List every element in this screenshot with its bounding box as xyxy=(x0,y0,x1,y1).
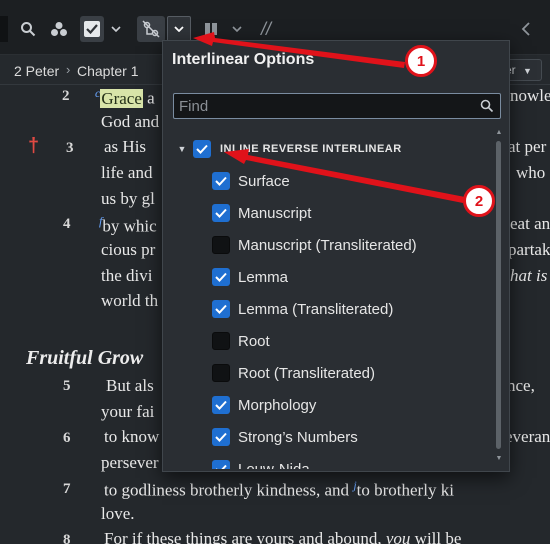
verse-text: hat is xyxy=(510,266,548,285)
option-label: Strong’s Numbers xyxy=(238,428,358,446)
option-row[interactable]: Surface xyxy=(212,167,290,195)
option-checkbox[interactable] xyxy=(212,236,230,254)
option-row[interactable]: Morphology xyxy=(212,391,316,419)
verse-text: world th xyxy=(101,291,159,310)
highlight[interactable]: Grace xyxy=(100,88,143,108)
toolbar-edge xyxy=(0,16,8,42)
visual-filter-icon[interactable] xyxy=(48,16,70,42)
parallel-icon[interactable]: // xyxy=(256,16,276,42)
verse-text: at per xyxy=(508,137,547,156)
chevron-down-icon[interactable] xyxy=(108,16,124,42)
option-row[interactable]: Manuscript xyxy=(212,199,311,227)
verse-text: who xyxy=(516,163,546,182)
option-row[interactable]: Root (Transliterated) xyxy=(212,359,375,387)
verse-number: 6 xyxy=(63,430,71,446)
chevron-down-icon: ▼ xyxy=(523,66,532,76)
option-checkbox[interactable] xyxy=(212,460,230,469)
option-label: Manuscript (Transliterated) xyxy=(238,236,417,254)
verse-text: life and xyxy=(101,163,153,182)
option-label: Louw-Nida xyxy=(238,460,310,470)
chevron-down-icon[interactable] xyxy=(167,16,191,42)
find-input[interactable]: Find xyxy=(173,93,501,119)
option-label: Root xyxy=(238,332,270,350)
option-row[interactable]: Lemma xyxy=(212,263,288,291)
verse-text: partak xyxy=(508,240,550,259)
group-label: INLINE REVERSE INTERLINEAR xyxy=(220,143,402,155)
verse-number: 5 xyxy=(63,378,71,394)
back-icon[interactable] xyxy=(518,16,534,42)
verse-text: nce, xyxy=(507,376,535,395)
option-label: Root (Transliterated) xyxy=(238,364,375,382)
option-label: Surface xyxy=(238,172,290,190)
verse-text: fby whic xyxy=(99,214,157,236)
verse-text: the divi xyxy=(101,266,153,285)
chevron-down-icon[interactable] xyxy=(230,16,244,42)
verse-number: 8 xyxy=(63,532,71,544)
option-row[interactable]: Strong’s Numbers xyxy=(212,423,358,451)
group-checkbox[interactable] xyxy=(193,140,211,158)
verse-text: everan xyxy=(505,427,550,446)
verse-number: 2 xyxy=(62,88,70,104)
option-checkbox[interactable] xyxy=(212,204,230,222)
verse-text: to godliness brotherly kindness, and jto… xyxy=(104,478,454,500)
option-label: Lemma (Transliterated) xyxy=(238,300,394,318)
verse-text: cGrace a xyxy=(95,86,155,108)
scrollbar-thumb[interactable] xyxy=(496,141,501,449)
option-row[interactable]: Lemma (Transliterated) xyxy=(212,295,393,323)
verse-text: your fai xyxy=(101,402,155,421)
options-list: ▼ INLINE REVERSE INTERLINEAR Surface Manu… xyxy=(163,133,495,469)
interlinear-icon[interactable] xyxy=(137,16,165,42)
verse-text: us by gl xyxy=(101,189,155,208)
option-checkbox[interactable] xyxy=(212,172,230,190)
option-row[interactable]: Manuscript (Transliterated) xyxy=(212,231,417,259)
search-icon xyxy=(480,99,494,118)
verse-text: cious pr xyxy=(101,240,156,259)
layout-icon[interactable] xyxy=(203,16,219,42)
verse-text: nowle xyxy=(510,86,550,105)
verse-text: But als xyxy=(106,376,154,395)
verse-number: 3 xyxy=(66,140,74,156)
popup-title: Interlinear Options xyxy=(172,51,315,68)
option-checkbox[interactable] xyxy=(212,428,230,446)
search-icon[interactable] xyxy=(18,16,38,42)
option-checkbox[interactable] xyxy=(212,268,230,286)
breadcrumb-chapter[interactable]: Chapter 1 xyxy=(77,63,138,79)
interlinear-options-popup: Interlinear Options Find ▼ INLINE REVERS… xyxy=(162,40,510,472)
option-row[interactable]: Root xyxy=(212,327,270,355)
scroll-up-icon[interactable]: ▲ xyxy=(495,129,503,136)
find-placeholder: Find xyxy=(179,98,209,115)
option-checkbox[interactable] xyxy=(212,332,230,350)
option-row[interactable]: Louw-Nida xyxy=(212,455,310,469)
verse-number: 7 xyxy=(63,481,71,497)
verse-text: love. xyxy=(101,504,135,523)
verse-text: For if these things are yours and abound… xyxy=(104,529,462,544)
checklist-icon[interactable] xyxy=(80,16,104,42)
dagger-marker-icon[interactable]: † xyxy=(28,135,39,158)
group-inline-reverse-interlinear[interactable]: ▼ INLINE REVERSE INTERLINEAR xyxy=(175,135,402,163)
option-label: Manuscript xyxy=(238,204,312,222)
annotation-badge-2: 2 xyxy=(463,185,495,217)
verse-text: persever xyxy=(101,453,159,472)
option-checkbox[interactable] xyxy=(212,396,230,414)
scroll-down-icon[interactable]: ▼ xyxy=(495,455,503,462)
verse-number: 4 xyxy=(63,216,71,232)
breadcrumb-separator-icon: › xyxy=(66,62,71,77)
verse-text: God and xyxy=(101,112,160,131)
breadcrumb-book[interactable]: 2 Peter xyxy=(14,63,59,79)
caret-down-icon[interactable]: ▼ xyxy=(175,144,189,154)
verse-text: to know xyxy=(104,427,160,446)
verse-text: eat an xyxy=(510,214,550,233)
verse-text: as His xyxy=(104,137,147,156)
option-label: Lemma xyxy=(238,268,289,286)
annotation-badge-1: 1 xyxy=(405,45,437,77)
option-checkbox[interactable] xyxy=(212,300,230,318)
section-heading: Fruitful Grow xyxy=(26,347,144,369)
option-label: Morphology xyxy=(238,396,317,414)
scrollbar[interactable]: ▲ ▼ xyxy=(495,129,503,467)
option-checkbox[interactable] xyxy=(212,364,230,382)
